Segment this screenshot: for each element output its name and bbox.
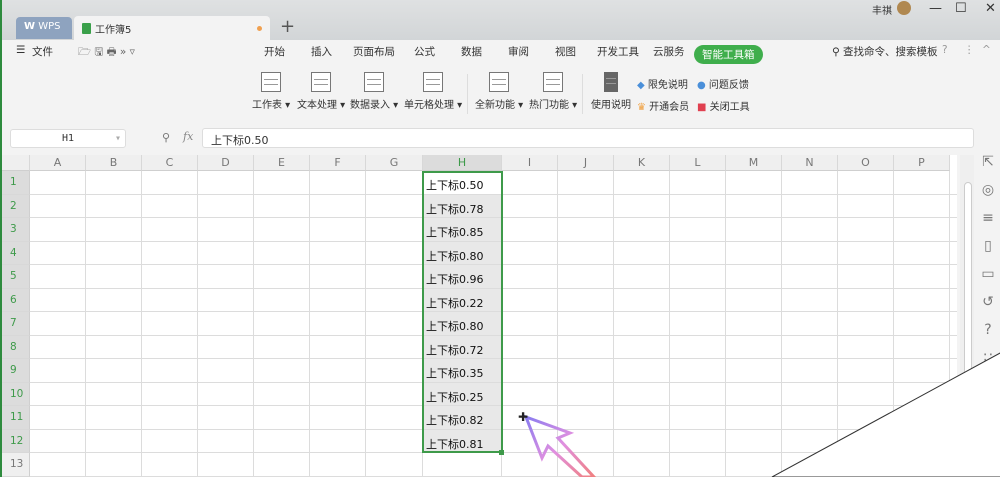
cell-cursor-icon: ✚ (518, 410, 528, 424)
annotation-overlay: ✚ (518, 352, 1000, 477)
page-curl-overlay (771, 352, 1000, 477)
pointer-arrow-icon (523, 414, 597, 477)
